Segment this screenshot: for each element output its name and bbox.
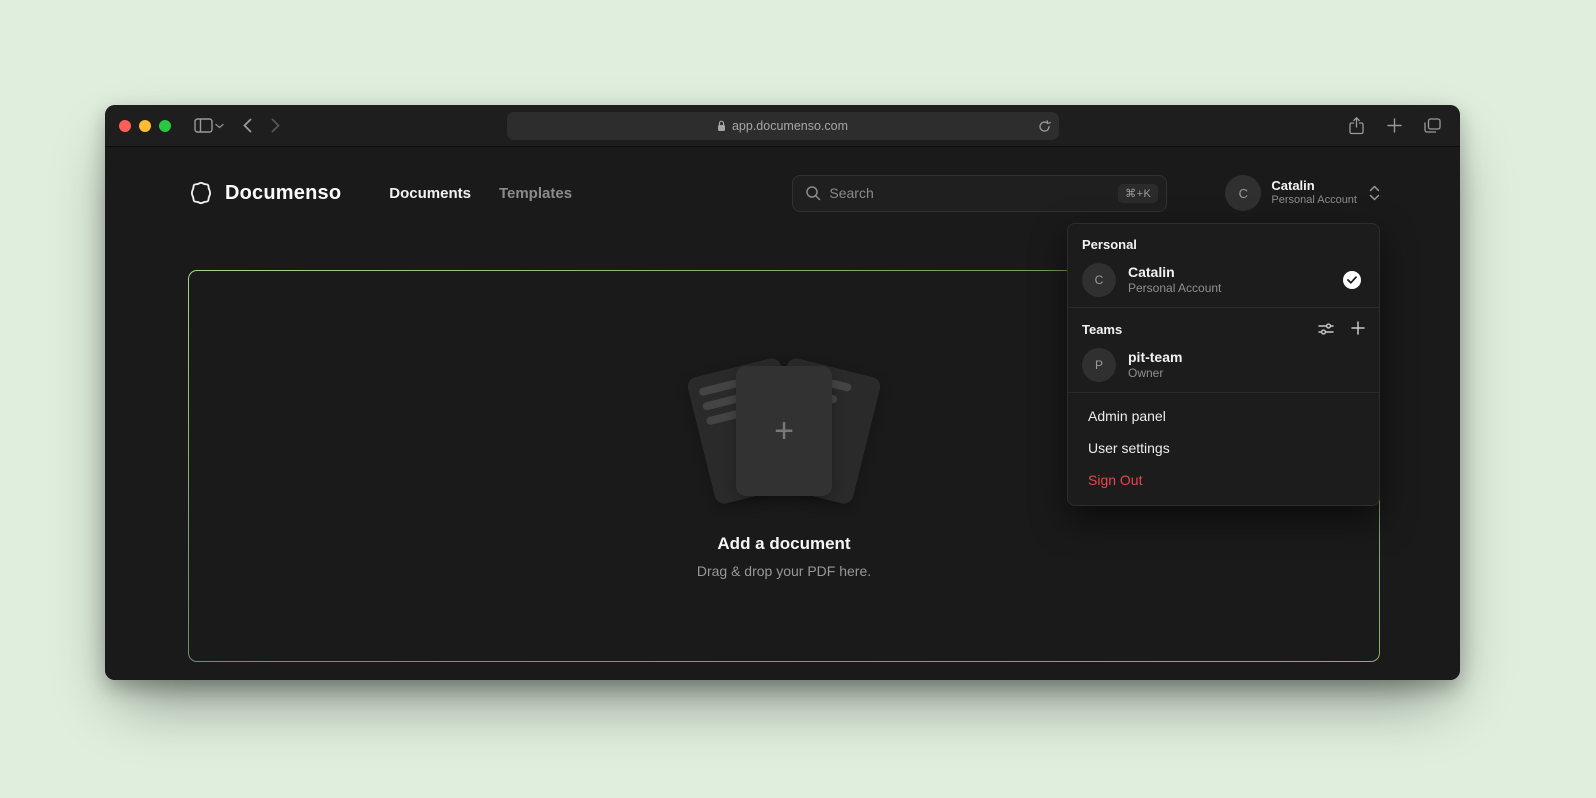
back-button-icon[interactable] [233, 112, 261, 140]
dropzone-title: Add a document [717, 534, 850, 554]
account-menu-trigger[interactable]: C Catalin Personal Account [1225, 175, 1380, 211]
app-content: Documenso Documents Templates ⌘+K C Cata… [105, 147, 1460, 680]
add-plus-icon: + [774, 414, 794, 448]
search-shortcut-badge: ⌘+K [1118, 184, 1158, 203]
brand-name: Documenso [225, 182, 341, 205]
teams-section-label: Teams [1082, 322, 1122, 337]
tabs-overview-icon[interactable] [1418, 112, 1446, 140]
account-dropdown-menu: Personal C Catalin Personal Account [1067, 223, 1380, 506]
minimize-window-button[interactable] [139, 120, 151, 132]
reload-icon[interactable] [1038, 120, 1051, 133]
personal-avatar: C [1082, 263, 1116, 297]
team-role: Owner [1128, 366, 1182, 382]
menu-item-user-settings[interactable]: User settings [1068, 432, 1379, 464]
window-controls [119, 120, 171, 132]
add-team-icon[interactable] [1351, 321, 1365, 337]
account-name: Catalin [1271, 178, 1357, 194]
zoom-window-button[interactable] [159, 120, 171, 132]
document-cards-illustration: + [674, 354, 894, 512]
browser-toolbar: app.documenso.com [105, 105, 1460, 147]
lock-icon [717, 120, 726, 132]
close-window-button[interactable] [119, 120, 131, 132]
teams-section: Teams [1068, 308, 1379, 392]
nav-documents[interactable]: Documents [389, 185, 471, 202]
document-card-front: + [736, 366, 832, 496]
personal-section: Personal C Catalin Personal Account [1068, 224, 1379, 307]
personal-account-item[interactable]: C Catalin Personal Account [1082, 263, 1365, 297]
selected-check-icon [1343, 271, 1361, 289]
brand[interactable]: Documenso [188, 180, 341, 206]
team-avatar: P [1082, 348, 1116, 382]
team-name: pit-team [1128, 348, 1182, 366]
account-avatar: C [1225, 175, 1261, 211]
sidebar-chevron-icon[interactable] [211, 112, 227, 140]
manage-teams-icon[interactable] [1318, 321, 1334, 337]
forward-button-icon[interactable] [261, 112, 289, 140]
nav-templates[interactable]: Templates [499, 185, 572, 202]
personal-section-label: Personal [1082, 237, 1365, 252]
address-url: app.documenso.com [732, 119, 848, 133]
menu-actions: Admin panel User settings Sign Out [1068, 393, 1379, 505]
personal-subtitle: Personal Account [1128, 281, 1221, 297]
search-input[interactable] [829, 185, 1110, 201]
browser-window: app.documenso.com [105, 105, 1460, 680]
address-bar[interactable]: app.documenso.com [507, 112, 1059, 140]
dropzone-subtitle: Drag & drop your PDF here. [697, 563, 871, 579]
share-icon[interactable] [1342, 112, 1370, 140]
search-box[interactable]: ⌘+K [792, 175, 1167, 212]
account-subtitle: Personal Account [1271, 194, 1357, 208]
menu-item-admin-panel[interactable]: Admin panel [1068, 400, 1379, 432]
search-icon [805, 185, 821, 201]
personal-name: Catalin [1128, 263, 1221, 281]
main-nav: Documents Templates [389, 185, 572, 202]
team-item[interactable]: P pit-team Owner [1082, 348, 1365, 382]
documenso-logo-icon [188, 180, 214, 206]
menu-item-sign-out[interactable]: Sign Out [1068, 464, 1379, 496]
chevron-up-down-icon [1369, 185, 1380, 201]
new-tab-icon[interactable] [1380, 112, 1408, 140]
